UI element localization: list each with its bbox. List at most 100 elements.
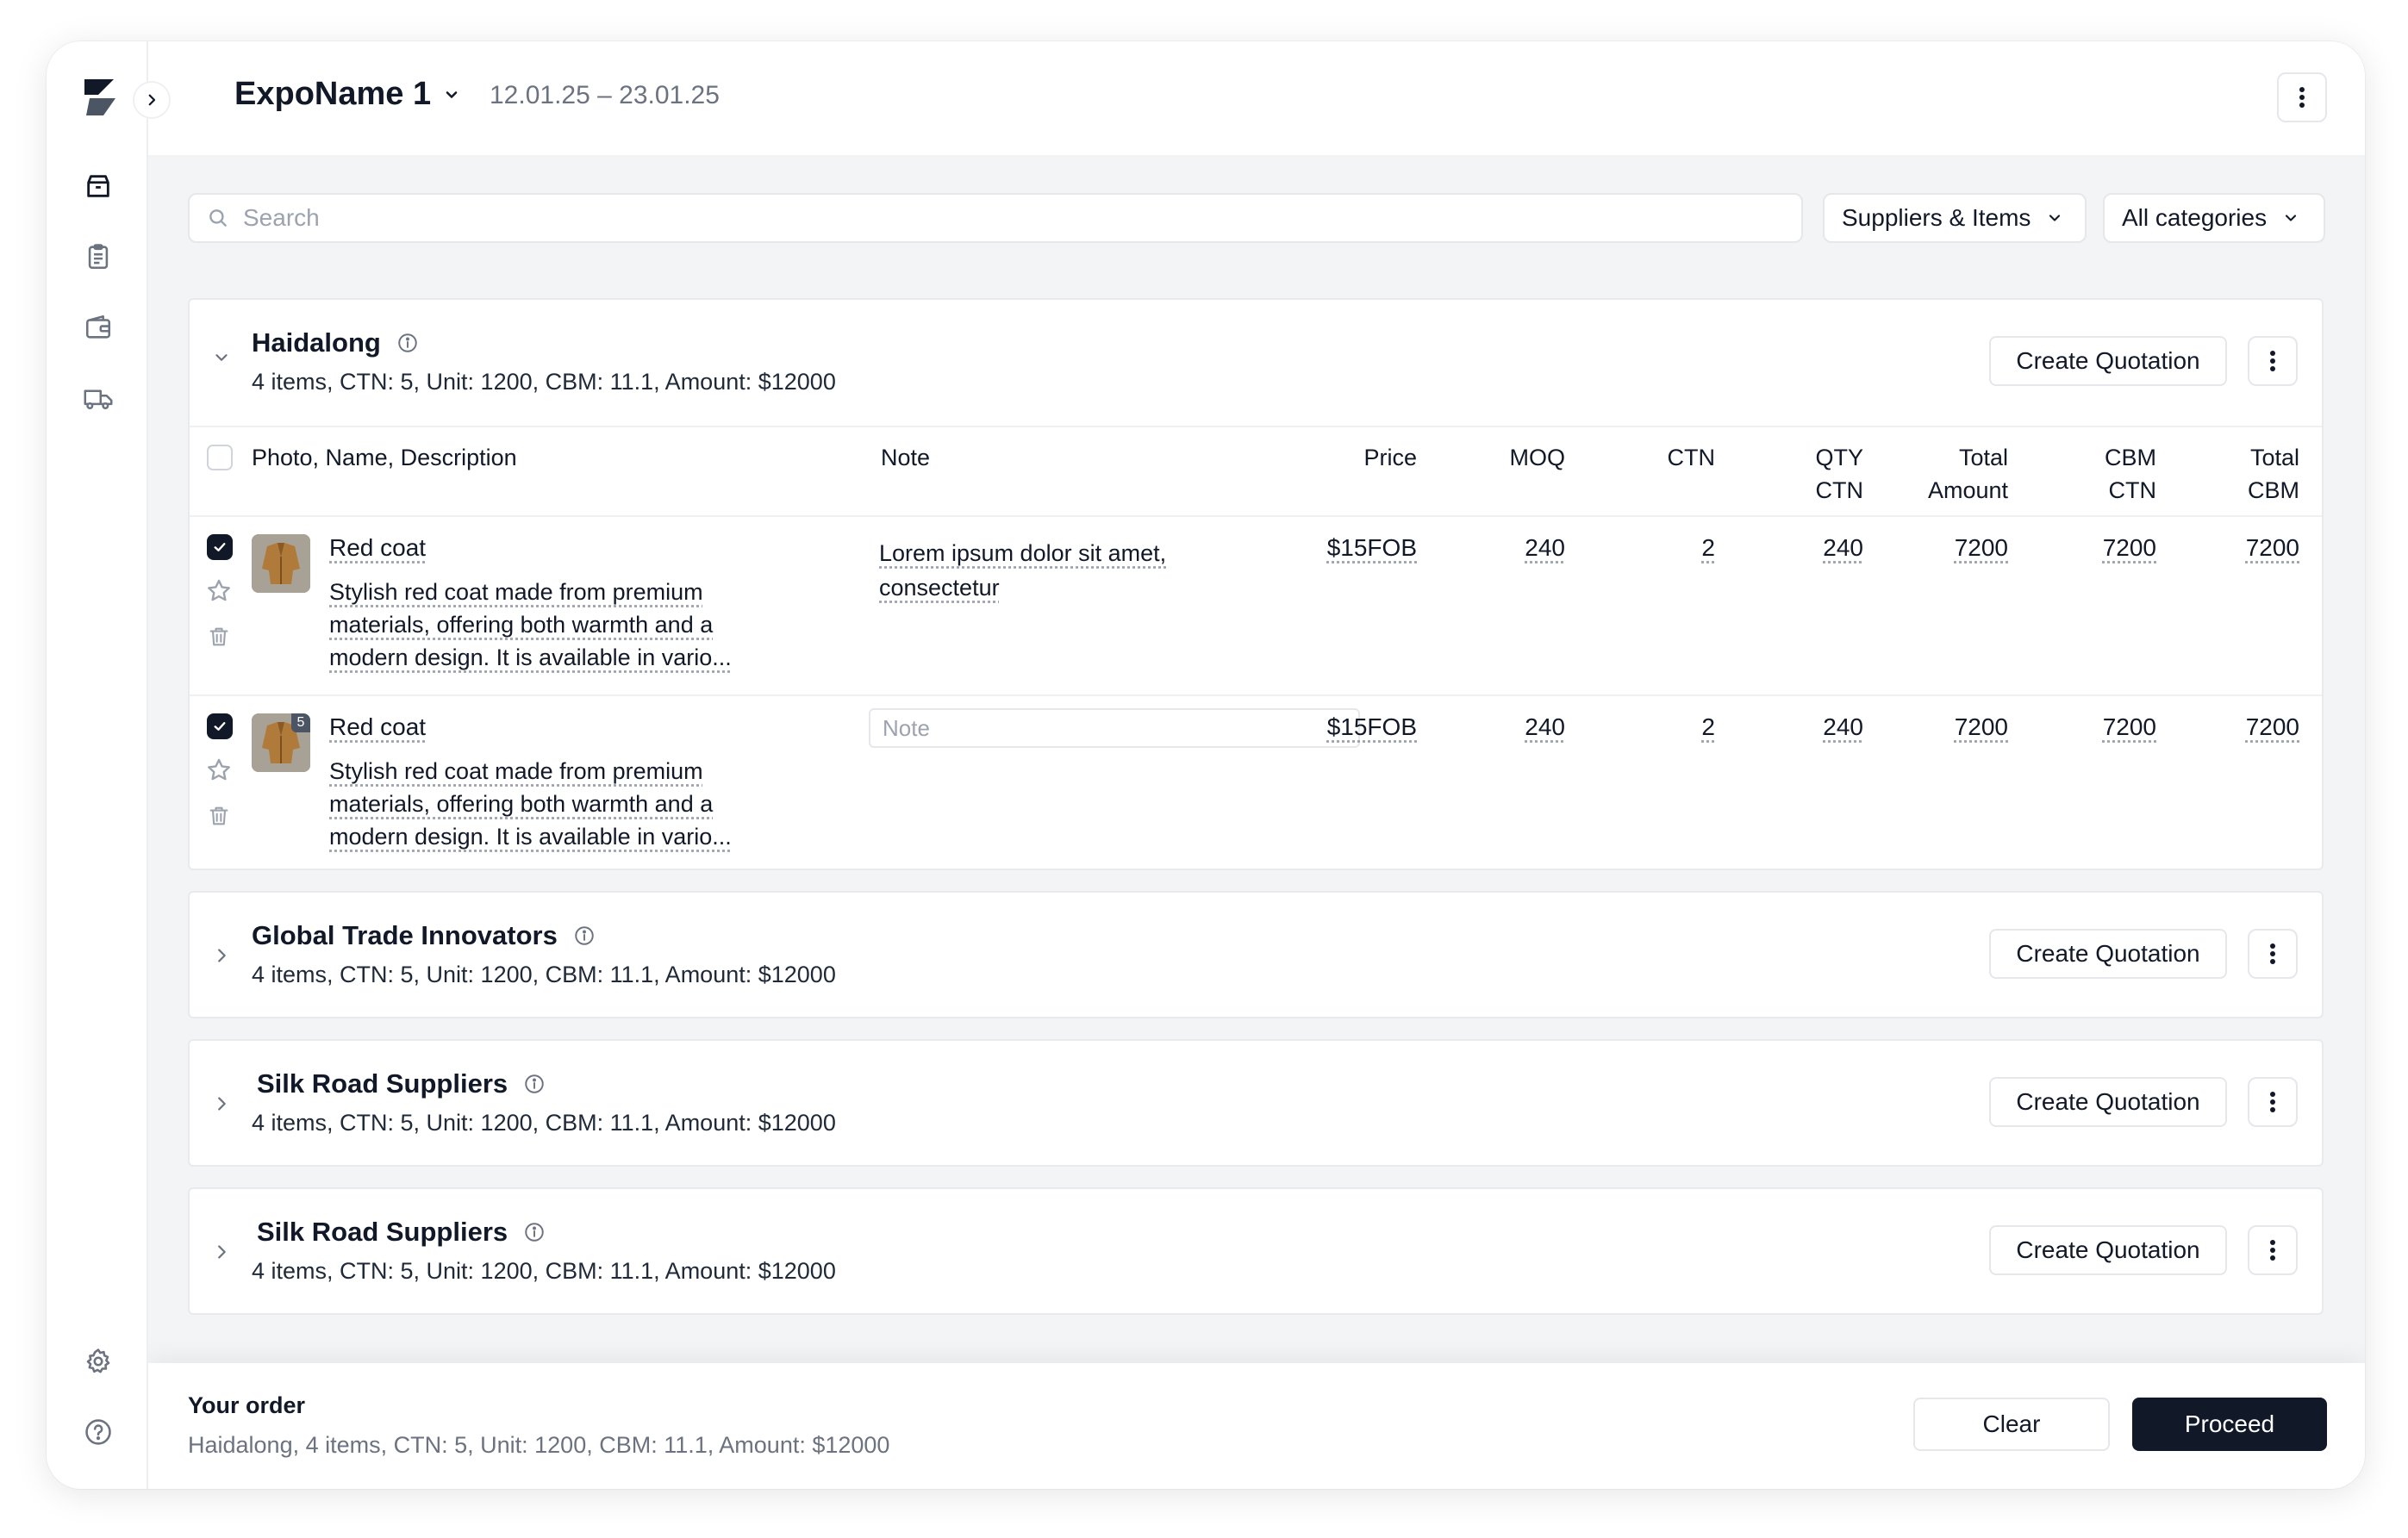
search-field[interactable]: Search [188, 193, 1803, 243]
supplier-menu-button[interactable] [2248, 336, 2298, 386]
item-price[interactable]: $15FOB [1327, 534, 1417, 562]
col-moq: MOQ [1509, 445, 1566, 470]
trash-icon[interactable] [207, 803, 231, 833]
item-cbm-ctn[interactable]: 7200 [2103, 534, 2156, 562]
supplier-name: Silk Road Suppliers [257, 1217, 546, 1248]
expo-selector[interactable]: ExpoName 1 [234, 76, 460, 113]
item-description[interactable]: Stylish red coat made from premium mater… [329, 576, 760, 674]
logo [81, 76, 119, 119]
item-description[interactable]: Stylish red coat made from premium mater… [329, 755, 760, 853]
create-quotation-button[interactable]: Create Quotation [1989, 1225, 2227, 1275]
chevron-right-icon [148, 94, 156, 106]
clear-button[interactable]: Clear [1913, 1398, 2110, 1451]
col-cbm-ctn: CBM CTN [2105, 441, 2156, 507]
box-icon[interactable] [79, 167, 117, 205]
more-vertical-icon [2270, 1092, 2275, 1112]
create-quotation-button[interactable]: Create Quotation [1989, 929, 2227, 979]
view-dropdown[interactable]: Suppliers & Items [1823, 193, 2087, 243]
supplier-name: Silk Road Suppliers [257, 1068, 546, 1099]
expand-sidebar-button[interactable] [133, 81, 171, 119]
star-icon[interactable] [205, 577, 233, 609]
category-dropdown[interactable]: All categories [2103, 193, 2325, 243]
info-icon[interactable] [573, 925, 596, 947]
supplier-name-text: Global Trade Innovators [252, 920, 558, 950]
create-quotation-button[interactable]: Create Quotation [1989, 1077, 2227, 1127]
table-header: Photo, Name, Description Note Price MOQ … [190, 426, 2322, 517]
item-ctn[interactable]: 2 [1701, 713, 1715, 741]
more-vertical-icon [2270, 1240, 2275, 1261]
help-icon[interactable] [79, 1413, 117, 1451]
product-photo[interactable]: 5 [252, 713, 310, 772]
check-icon [214, 543, 226, 551]
item-total-cbm[interactable]: 7200 [2246, 534, 2299, 562]
info-icon[interactable] [523, 1221, 546, 1243]
item-moq[interactable]: 240 [1525, 534, 1565, 562]
col-total-cbm-line1: Total [2249, 445, 2299, 470]
col-photo: Photo, Name, Description [252, 445, 517, 470]
table-row: 5 Red coat Stylish red coat made from pr… [190, 694, 2322, 872]
supplier-summary: 4 items, CTN: 5, Unit: 1200, CBM: 11.1, … [252, 962, 836, 987]
info-icon[interactable] [396, 332, 419, 354]
col-total-amount-line2: Amount [1927, 477, 2008, 503]
expand-toggle[interactable] [209, 1091, 234, 1117]
supplier-menu-button[interactable] [2248, 1225, 2298, 1275]
supplier-menu-button[interactable] [2248, 929, 2298, 979]
supplier-summary: 4 items, CTN: 5, Unit: 1200, CBM: 11.1, … [252, 369, 836, 395]
chevron-right-icon [218, 1097, 226, 1111]
supplier-menu-button[interactable] [2248, 1077, 2298, 1127]
col-ctn: CTN [1667, 445, 1716, 470]
trash-icon[interactable] [207, 624, 231, 654]
supplier-name-text: Silk Road Suppliers [257, 1068, 508, 1099]
item-name[interactable]: Red coat [329, 534, 426, 562]
chevron-down-icon [2286, 215, 2297, 221]
item-qty-ctn[interactable]: 240 [1823, 534, 1863, 562]
chevron-down-icon [2049, 215, 2061, 221]
item-qty-ctn[interactable]: 240 [1823, 713, 1863, 741]
item-price[interactable]: $15FOB [1327, 713, 1417, 741]
clipboard-icon[interactable] [79, 238, 117, 276]
truck-icon[interactable] [79, 379, 117, 417]
product-photo[interactable] [252, 534, 310, 593]
gear-icon[interactable] [79, 1342, 117, 1380]
col-cbm-ctn-line1: CBM [2105, 445, 2156, 470]
topbar: ExpoName 1 12.01.25 – 23.01.25 [148, 41, 2365, 155]
page-menu-button[interactable] [2277, 72, 2327, 122]
order-title: Your order [188, 1392, 306, 1418]
search-icon [209, 209, 227, 227]
supplier-card: Global Trade Innovators 4 items, CTN: 5,… [188, 891, 2324, 1018]
proceed-button[interactable]: Proceed [2132, 1398, 2327, 1451]
chevron-right-icon [218, 1245, 226, 1259]
note-input[interactable] [869, 708, 1360, 748]
item-cbm-ctn[interactable]: 7200 [2103, 713, 2156, 741]
order-footer: Your order Haidalong, 4 items, CTN: 5, U… [148, 1363, 2365, 1489]
more-vertical-icon [2270, 351, 2275, 371]
select-all-checkbox[interactable] [207, 445, 233, 470]
row-checkbox[interactable] [207, 534, 233, 560]
item-note[interactable]: Lorem ipsum dolor sit amet, consectetur [879, 536, 1189, 605]
wallet-icon[interactable] [79, 308, 117, 346]
star-icon[interactable] [205, 757, 233, 788]
collapse-toggle[interactable] [209, 345, 234, 370]
supplier-card: Silk Road Suppliers 4 items, CTN: 5, Uni… [188, 1187, 2324, 1315]
chevron-right-icon [218, 949, 226, 962]
check-icon [214, 722, 226, 731]
item-moq[interactable]: 240 [1525, 713, 1565, 741]
item-name[interactable]: Red coat [329, 713, 426, 741]
expand-toggle[interactable] [209, 943, 234, 968]
expand-toggle[interactable] [209, 1239, 234, 1265]
category-dropdown-value: All categories [2122, 204, 2268, 231]
supplier-summary: 4 items, CTN: 5, Unit: 1200, CBM: 11.1, … [252, 1110, 836, 1136]
info-icon[interactable] [523, 1073, 546, 1095]
chevron-down-icon [446, 90, 458, 98]
item-total-amount[interactable]: 7200 [1955, 534, 2008, 562]
main-content: Search Suppliers & Items All categories … [148, 155, 2365, 1489]
create-quotation-button[interactable]: Create Quotation [1989, 336, 2227, 386]
item-total-amount[interactable]: 7200 [1955, 713, 2008, 741]
supplier-card: Haidalong 4 items, CTN: 5, Unit: 1200, C… [188, 298, 2324, 870]
item-total-cbm[interactable]: 7200 [2246, 713, 2299, 741]
supplier-name: Haidalong [252, 327, 419, 358]
item-ctn[interactable]: 2 [1701, 534, 1715, 562]
search-placeholder: Search [243, 204, 320, 231]
supplier-summary: 4 items, CTN: 5, Unit: 1200, CBM: 11.1, … [252, 1258, 836, 1284]
row-checkbox[interactable] [207, 713, 233, 739]
